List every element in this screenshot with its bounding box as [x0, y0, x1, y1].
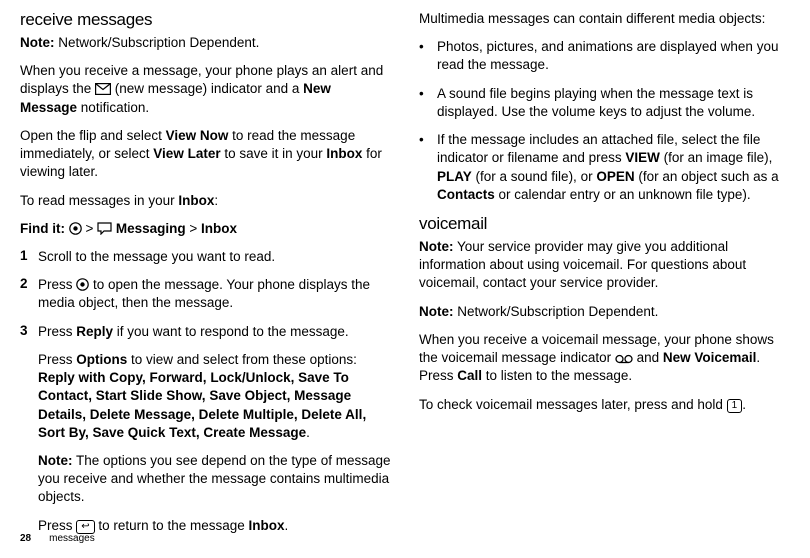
step-3: 3Press Reply if you want to respond to t…	[20, 323, 391, 341]
center-key-icon	[76, 278, 89, 291]
voicemail-note2: Note: Network/Subscription Dependent.	[419, 303, 790, 321]
voicemail-later: To check voicemail messages later, press…	[419, 396, 790, 414]
messaging-icon	[97, 222, 112, 235]
heading-receive-messages: receive messages	[20, 10, 391, 30]
page-number: 28	[20, 533, 31, 544]
left-column: receive messages Note: Network/Subscript…	[20, 10, 391, 545]
bullet-photos: •Photos, pictures, and animations are di…	[419, 38, 790, 74]
right-column: Multimedia messages can contain differen…	[419, 10, 790, 545]
para-to-read: To read messages in your Inbox:	[20, 192, 391, 210]
back-key-icon: ↩	[76, 520, 94, 534]
step-2: 2Press to open the message. Your phone d…	[20, 276, 391, 312]
steps-list: 1Scroll to the message you want to read.…	[20, 248, 391, 341]
para-alert: When you receive a message, your phone p…	[20, 62, 391, 117]
envelope-icon	[95, 83, 111, 95]
note-network-dependent: Note: Network/Subscription Dependent.	[20, 34, 391, 52]
page-footer: 28 messages	[20, 533, 95, 544]
key-1-icon: 1	[727, 399, 743, 413]
bullet-attached: •If the message includes an attached fil…	[419, 131, 790, 204]
para-open-flip: Open the flip and select View Now to rea…	[20, 127, 391, 182]
find-it-line: Find it: > Messaging > Inbox	[20, 220, 391, 238]
options-para: Press Options to view and select from th…	[38, 351, 391, 442]
section-label: messages	[49, 533, 95, 544]
note-options-depend: Note: The options you see depend on the …	[38, 452, 391, 507]
step-1: 1Scroll to the message you want to read.	[20, 248, 391, 266]
voicemail-icon	[615, 354, 633, 364]
voicemail-note1: Note: Your service provider may give you…	[419, 238, 790, 293]
para-multimedia: Multimedia messages can contain differen…	[419, 10, 790, 28]
heading-voicemail: voicemail	[419, 214, 790, 234]
bullet-sound: •A sound file begins playing when the me…	[419, 85, 790, 121]
voicemail-receive: When you receive a voicemail message, yo…	[419, 331, 790, 386]
center-key-icon	[69, 222, 82, 235]
bullet-list: •Photos, pictures, and animations are di…	[419, 38, 790, 204]
